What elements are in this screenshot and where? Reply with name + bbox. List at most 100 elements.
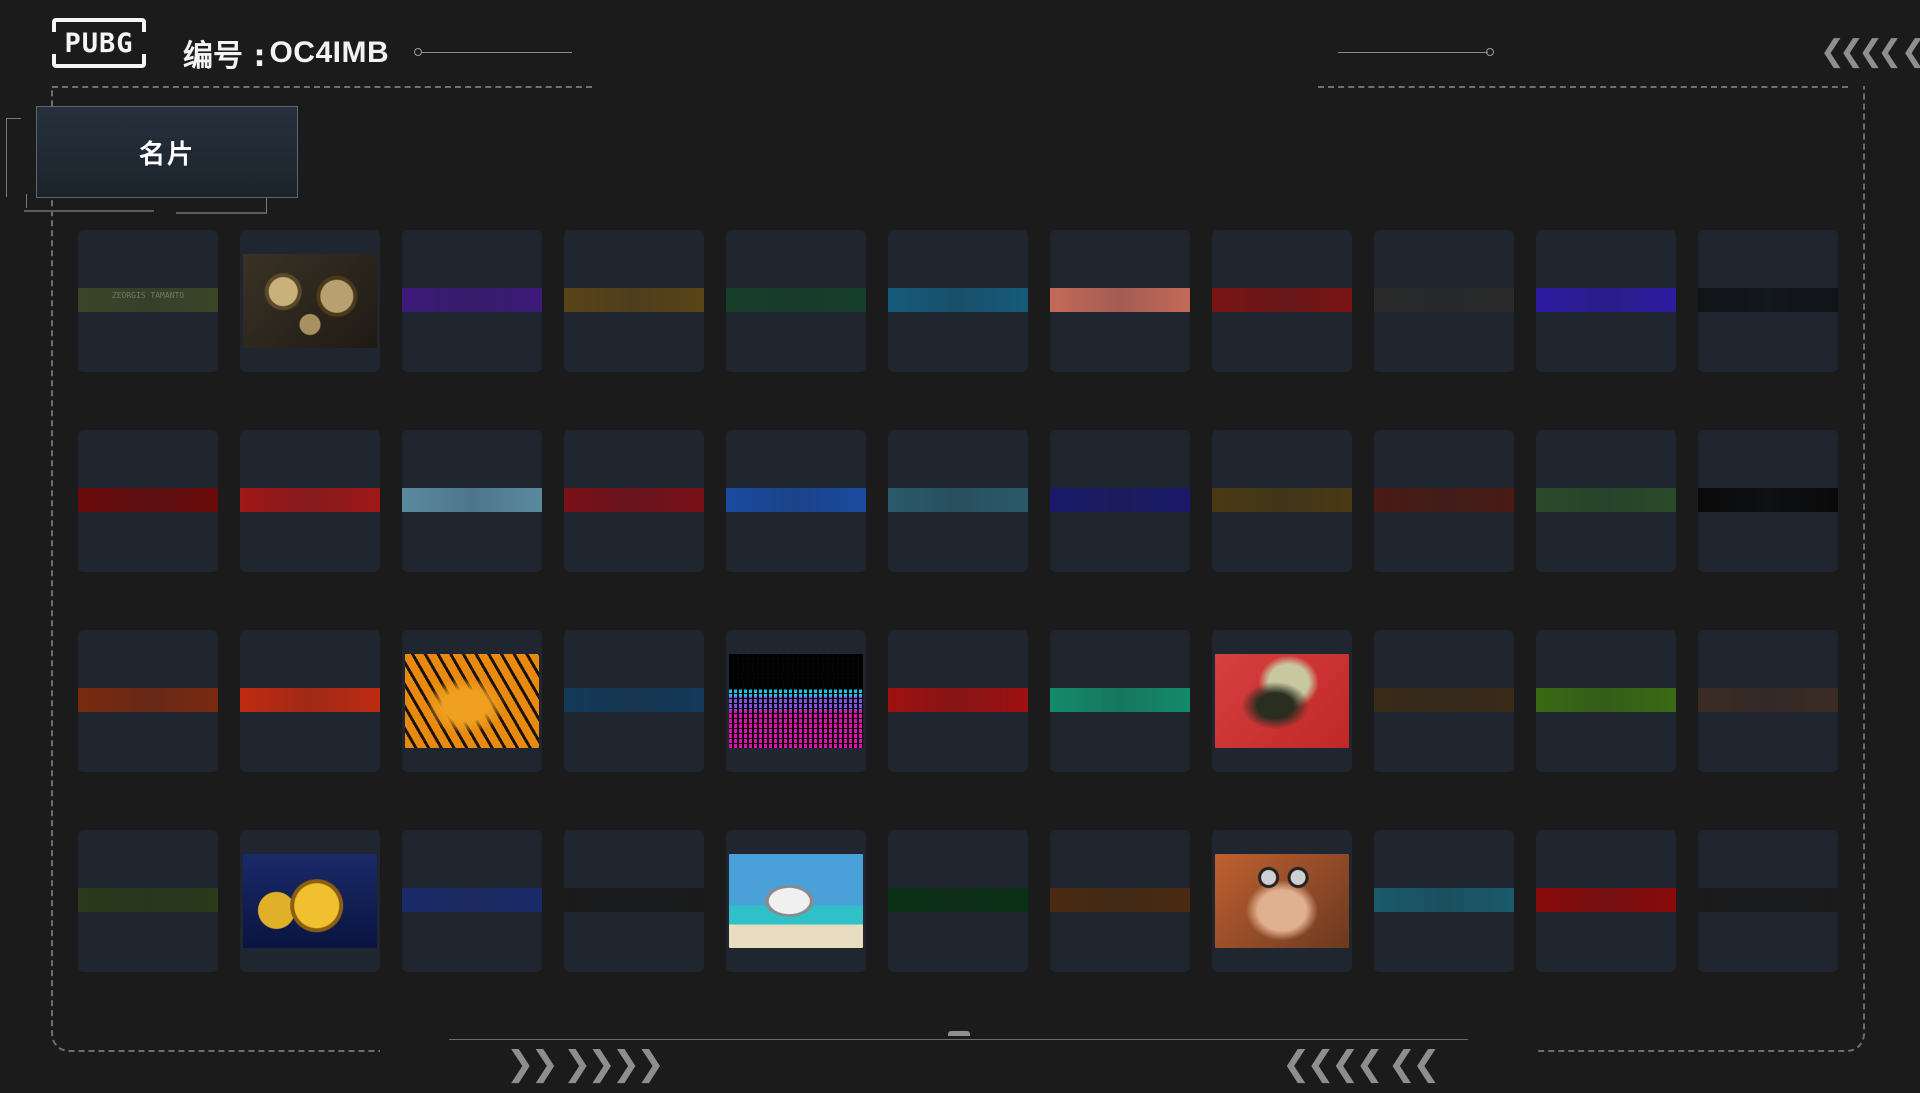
name-card-item[interactable] (402, 830, 542, 972)
name-card-art-gears (243, 254, 377, 348)
serial-label: 编号 : (183, 39, 266, 74)
name-card-banner-strip (1374, 288, 1514, 312)
name-card-item[interactable] (726, 630, 866, 772)
tab-decoration (6, 118, 21, 197)
name-card-banner-strip (1212, 488, 1352, 512)
name-card-item[interactable] (402, 630, 542, 772)
name-card-item[interactable] (1536, 430, 1676, 572)
name-card-item[interactable] (564, 630, 704, 772)
name-card-item[interactable] (1050, 830, 1190, 972)
name-card-banner-strip (78, 888, 218, 912)
frame-top-right-border (1318, 86, 1848, 88)
logo-text: PUBG (64, 27, 134, 59)
name-card-item[interactable] (240, 630, 380, 772)
name-card-item[interactable] (726, 830, 866, 972)
name-card-item[interactable]: ZEORGIS TAMANTO (78, 230, 218, 372)
name-card-item[interactable] (1050, 430, 1190, 572)
name-card-item[interactable] (726, 430, 866, 572)
name-card-banner-strip (888, 888, 1028, 912)
name-card-item[interactable] (78, 830, 218, 972)
name-card-item[interactable] (564, 830, 704, 972)
name-card-banner-strip (1050, 688, 1190, 712)
name-card-item[interactable] (888, 430, 1028, 572)
name-card-banner-strip (78, 688, 218, 712)
tab-name-card[interactable]: 名片 (36, 106, 298, 198)
name-card-banner-strip (402, 888, 542, 912)
name-card-item[interactable] (1698, 430, 1838, 572)
name-card-item[interactable] (240, 830, 380, 972)
name-card-banner-strip (402, 288, 542, 312)
name-card-item[interactable] (564, 230, 704, 372)
name-card-banner-strip (726, 488, 866, 512)
tab-label: 名片 (138, 139, 195, 170)
name-card-banner-strip (1050, 888, 1190, 912)
name-card-banner-strip (564, 688, 704, 712)
scroll-left-chevrons-icon[interactable]: ❮❮❮❮ ❮❮ (1282, 1044, 1441, 1084)
name-card-banner-strip (1536, 288, 1676, 312)
name-card-banner-strip (888, 288, 1028, 312)
name-card-banner-strip (1374, 688, 1514, 712)
frame-top-left-border (52, 86, 592, 88)
name-card-item[interactable] (1536, 630, 1676, 772)
scroll-right-chevrons-icon[interactable]: ❯❯ ❯❯❯❯ (506, 1044, 665, 1084)
name-card-banner-strip (1698, 488, 1838, 512)
name-card-art-goggles (1215, 854, 1349, 948)
name-card-item[interactable] (1374, 830, 1514, 972)
name-card-banner-text: ZEORGIS TAMANTO (111, 291, 185, 300)
name-card-banner-strip (1374, 488, 1514, 512)
name-card-item[interactable] (1050, 230, 1190, 372)
name-card-banner-strip (1212, 288, 1352, 312)
scrollbar-track[interactable] (449, 1039, 1468, 1040)
name-card-item[interactable] (1212, 230, 1352, 372)
header-line-right (1338, 52, 1488, 53)
name-card-art-masked (1215, 654, 1349, 748)
name-card-item[interactable] (726, 230, 866, 372)
name-card-item[interactable] (78, 630, 218, 772)
name-card-banner-strip (564, 888, 704, 912)
name-card-item[interactable] (240, 230, 380, 372)
header-line-dot-right (1486, 48, 1494, 56)
name-card-banner-strip (564, 288, 704, 312)
player-serial: 编号 : OC4IMB (183, 31, 389, 75)
name-card-banner-strip (1536, 888, 1676, 912)
name-card-item[interactable] (564, 430, 704, 572)
name-card-item[interactable] (1536, 230, 1676, 372)
name-card-item[interactable] (78, 430, 218, 572)
name-card-item[interactable] (1212, 630, 1352, 772)
name-card-item[interactable] (1374, 630, 1514, 772)
name-card-banner-strip (564, 488, 704, 512)
name-card-item[interactable] (888, 230, 1028, 372)
name-card-item[interactable] (1374, 230, 1514, 372)
category-tab-group: 名片 (6, 104, 298, 214)
name-card-item[interactable] (1698, 830, 1838, 972)
header-line-left (422, 52, 572, 53)
name-card-banner-strip (1698, 688, 1838, 712)
name-card-banner-strip (1536, 488, 1676, 512)
name-card-item[interactable] (402, 430, 542, 572)
tab-decoration (176, 198, 267, 214)
name-card-banner-strip (1050, 288, 1190, 312)
scrollbar-thumb[interactable] (948, 1031, 970, 1036)
name-card-banner-strip (726, 288, 866, 312)
name-card-item[interactable] (1212, 430, 1352, 572)
header-line-dot-left (414, 48, 422, 56)
pubg-logo: PUBG (50, 18, 148, 68)
name-card-item[interactable] (1698, 230, 1838, 372)
name-card-banner-strip (1536, 688, 1676, 712)
name-card-item[interactable] (1212, 830, 1352, 972)
name-card-item[interactable] (402, 230, 542, 372)
name-card-art-tiger (405, 654, 539, 748)
back-chevrons-icon[interactable]: ❮❮❮❮ ❮ (1820, 34, 1920, 69)
name-card-item[interactable] (240, 430, 380, 572)
name-card-item[interactable] (888, 630, 1028, 772)
name-card-item[interactable] (1698, 630, 1838, 772)
name-card-banner-strip (1374, 888, 1514, 912)
name-card-art-gold88 (243, 854, 377, 948)
name-card-art-seagull (729, 854, 863, 948)
name-card-item[interactable] (1536, 830, 1676, 972)
name-card-item[interactable] (1050, 630, 1190, 772)
tab-decoration (24, 210, 154, 212)
name-card-item[interactable] (888, 830, 1028, 972)
name-card-item[interactable] (1374, 430, 1514, 572)
name-card-banner-strip (888, 688, 1028, 712)
